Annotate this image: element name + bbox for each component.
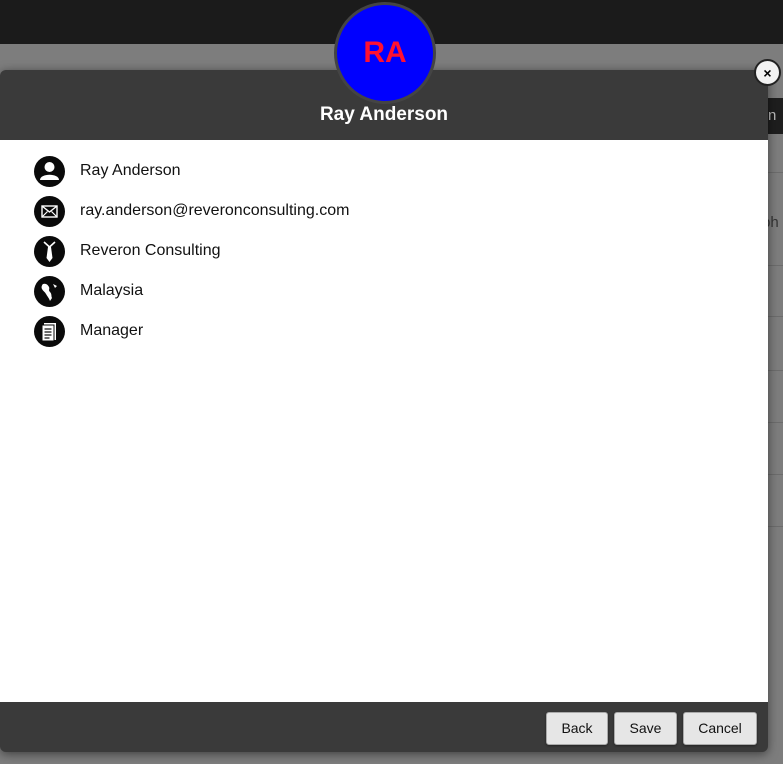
detail-title-value: Manager — [80, 322, 144, 339]
close-button[interactable]: × — [754, 59, 781, 86]
detail-row-country: Malaysia — [34, 275, 143, 307]
mail-icon — [34, 195, 65, 227]
background-row-divider — [768, 265, 783, 266]
background-row-divider — [768, 316, 783, 317]
background-row-divider — [768, 474, 783, 475]
detail-country-value: Malaysia — [80, 282, 144, 299]
dialog-title: Ray Anderson — [319, 104, 449, 125]
cancel-button[interactable]: Cancel — [683, 712, 757, 745]
detail-row-title: Manager — [34, 315, 143, 347]
avatar-initials: RA — [363, 36, 407, 69]
detail-email-value: ray.anderson@reveronconsulting.com — [80, 202, 350, 219]
globe-icon — [34, 275, 65, 307]
person-icon — [34, 155, 65, 187]
background-row-divider — [768, 422, 783, 423]
detail-name-value: Ray Anderson — [80, 162, 181, 179]
save-button[interactable]: Save — [614, 712, 677, 745]
background-row-divider — [768, 370, 783, 371]
tie-icon — [34, 235, 65, 267]
avatar: RA — [334, 2, 436, 104]
detail-company-value: Reveron Consulting — [80, 242, 221, 259]
document-icon — [34, 315, 65, 347]
detail-row-company: Reveron Consulting — [34, 235, 221, 267]
close-icon: × — [763, 64, 772, 81]
detail-row-name: Ray Anderson — [34, 155, 181, 187]
back-button[interactable]: Back — [546, 712, 608, 745]
background-header-fragment: n — [768, 107, 777, 124]
background-row-divider — [768, 526, 783, 527]
detail-row-email: ray.anderson@reveronconsulting.com — [34, 195, 349, 227]
background-row-divider — [768, 172, 783, 173]
